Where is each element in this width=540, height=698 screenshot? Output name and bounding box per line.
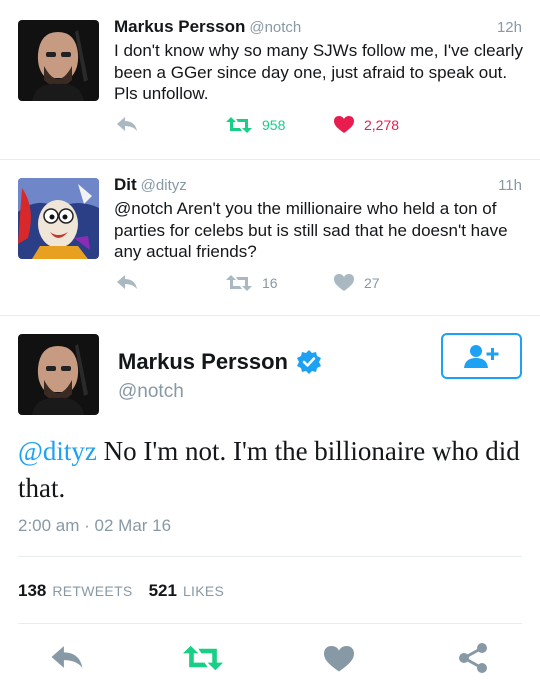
retweet-label[interactable]: RETWEETS	[52, 583, 132, 599]
retweet-icon	[183, 645, 223, 671]
mention-link[interactable]: @dityz	[18, 436, 97, 466]
tweet-dityz[interactable]: Dit @dityz 11h @notch Aren't you the mill…	[0, 160, 540, 316]
retweet-icon	[226, 275, 252, 291]
reply-button[interactable]	[50, 644, 84, 675]
like-button[interactable]: 27	[334, 274, 380, 292]
reply-icon	[117, 117, 137, 131]
like-count[interactable]: 521	[149, 581, 177, 601]
reply-button[interactable]	[116, 274, 138, 290]
tweet-time: 12h	[496, 19, 522, 36]
avatar-notch[interactable]	[18, 20, 99, 101]
author-name[interactable]: Markus Persson	[114, 17, 245, 36]
tweet-text-line: @notch Aren't you the millionaire who he…	[114, 199, 497, 218]
retweet-button[interactable]: 16	[226, 274, 278, 292]
main-tweet: Markus Persson @notch @dityz No I'm not.…	[0, 316, 540, 698]
like-count: 27	[364, 275, 380, 291]
retweet-count[interactable]: 138	[18, 581, 46, 601]
tweet-text: I don't know why so many SJWs follow me,…	[114, 40, 524, 105]
avatar-dityz[interactable]	[18, 178, 99, 259]
author-handle[interactable]: @notch	[118, 381, 184, 403]
author-name[interactable]: Dit	[114, 175, 137, 194]
author-name[interactable]: Markus Persson	[118, 349, 288, 375]
retweet-count: 16	[262, 275, 278, 291]
follow-button[interactable]	[441, 333, 522, 379]
verified-badge-icon	[296, 350, 321, 374]
tweet-time: 11h	[498, 177, 522, 194]
retweet-button[interactable]: 958	[226, 116, 285, 134]
reply-button[interactable]	[116, 116, 138, 132]
like-count: 2,278	[364, 117, 400, 133]
tweet-stats: 138 RETWEETS 521 LIKES	[18, 581, 240, 601]
heart-icon	[334, 274, 354, 291]
tweet-text-line: Pls unfollow.	[114, 84, 209, 103]
retweet-count: 958	[262, 117, 286, 133]
retweet-button[interactable]	[183, 644, 223, 677]
tweet-text: @notch Aren't you the millionaire who he…	[114, 198, 524, 263]
reply-icon	[51, 646, 83, 668]
heart-icon	[324, 646, 354, 672]
share-icon	[459, 643, 487, 673]
like-label[interactable]: LIKES	[183, 583, 224, 599]
reply-icon	[117, 275, 137, 289]
tweet-text-line: I don't know why so many SJWs follow me,…	[114, 41, 523, 60]
tweet-notch[interactable]: Markus Persson @notch 12h I don't know wh…	[0, 0, 540, 160]
action-bar	[0, 638, 540, 682]
avatar-notch[interactable]	[18, 334, 99, 415]
share-button[interactable]	[458, 642, 488, 679]
divider	[18, 556, 522, 557]
follow-user-icon	[463, 345, 498, 368]
like-button[interactable]	[324, 646, 354, 678]
tweet-text-line: been a GGer since day one, just afraid t…	[114, 62, 508, 82]
author-handle[interactable]: @notch	[249, 19, 301, 36]
tweet-text-line: any actual friends?	[114, 242, 257, 261]
divider	[18, 623, 522, 624]
heart-icon	[334, 116, 354, 133]
tweet-text-line: parties for celebs but is still sad that…	[114, 220, 508, 240]
author-handle[interactable]: @dityz	[141, 177, 187, 194]
like-button[interactable]: 2,278	[334, 116, 399, 134]
retweet-icon	[226, 117, 252, 133]
tweet-text: @dityz No I'm not. I'm the billionaire w…	[18, 433, 523, 507]
tweet-timestamp[interactable]: 2:00 am · 02 Mar 16	[18, 516, 171, 536]
